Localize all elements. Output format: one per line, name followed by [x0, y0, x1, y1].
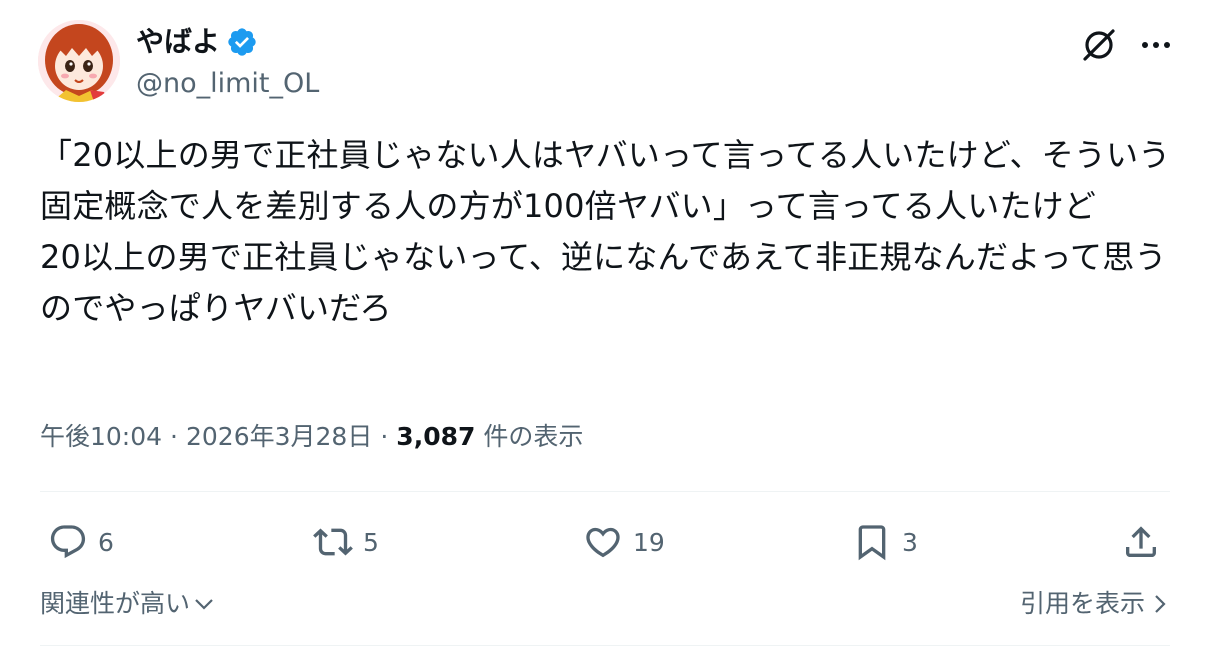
share-icon [1126, 526, 1156, 557]
sort-relevance-button[interactable]: 関連性が高い [40, 582, 214, 626]
bookmark-icon [858, 525, 886, 561]
retweet-icon [313, 528, 353, 556]
tweet-date[interactable]: 2026年3月28日 [186, 415, 372, 459]
divider [40, 645, 1170, 646]
meta-separator: · [170, 422, 178, 451]
view-quotes-label: 引用を表示 [1019, 589, 1145, 618]
reply-button[interactable]: 6 [48, 512, 114, 572]
tweet-meta: 午後10:04 · 2026年3月28日 · 3,087 件の表示 [40, 415, 583, 459]
verified-badge-icon[interactable] [226, 26, 258, 58]
meta-separator: · [380, 422, 389, 451]
divider [40, 491, 1170, 492]
retweet-button[interactable]: 5 [313, 512, 379, 572]
views-count[interactable]: 3,087 [396, 415, 475, 459]
avatar-illustration [38, 20, 120, 102]
retweet-count: 5 [363, 527, 379, 557]
bookmark-count: 3 [902, 527, 918, 557]
tweet-detail: やばよ @no_limit_OL 「20以上の男で正社員じゃない人はヤバいって言… [0, 0, 1223, 656]
chevron-right-icon [1155, 595, 1166, 613]
chevron-down-icon [195, 599, 213, 610]
reply-icon [50, 525, 86, 559]
grok-button[interactable] [1078, 24, 1120, 66]
like-count: 19 [633, 527, 665, 557]
author-name-row: やばよ [136, 22, 258, 62]
more-icon [1142, 42, 1170, 48]
avatar[interactable] [38, 20, 120, 102]
tweet-time[interactable]: 午後10:04 [40, 415, 162, 459]
share-button[interactable] [1121, 512, 1161, 572]
view-quotes-button[interactable]: 引用を表示 [1020, 582, 1167, 626]
heart-icon [586, 527, 620, 558]
action-bar: 6 5 19 3 [40, 512, 1170, 572]
like-button[interactable]: 19 [583, 512, 665, 572]
bookmark-button[interactable]: 3 [852, 512, 918, 572]
views-label[interactable]: 件の表示 [483, 415, 583, 459]
more-options-button[interactable] [1135, 24, 1177, 66]
author-handle[interactable]: @no_limit_OL [136, 66, 319, 102]
sort-relevance-label: 関連性が高い [40, 589, 191, 618]
tweet-text: 「20以上の男で正社員じゃない人はヤバいって言ってる人いたけど、そういう固定概念… [40, 136, 1171, 327]
display-name[interactable]: やばよ [136, 22, 220, 62]
grok-icon [1083, 29, 1115, 61]
reply-count: 6 [98, 527, 114, 557]
